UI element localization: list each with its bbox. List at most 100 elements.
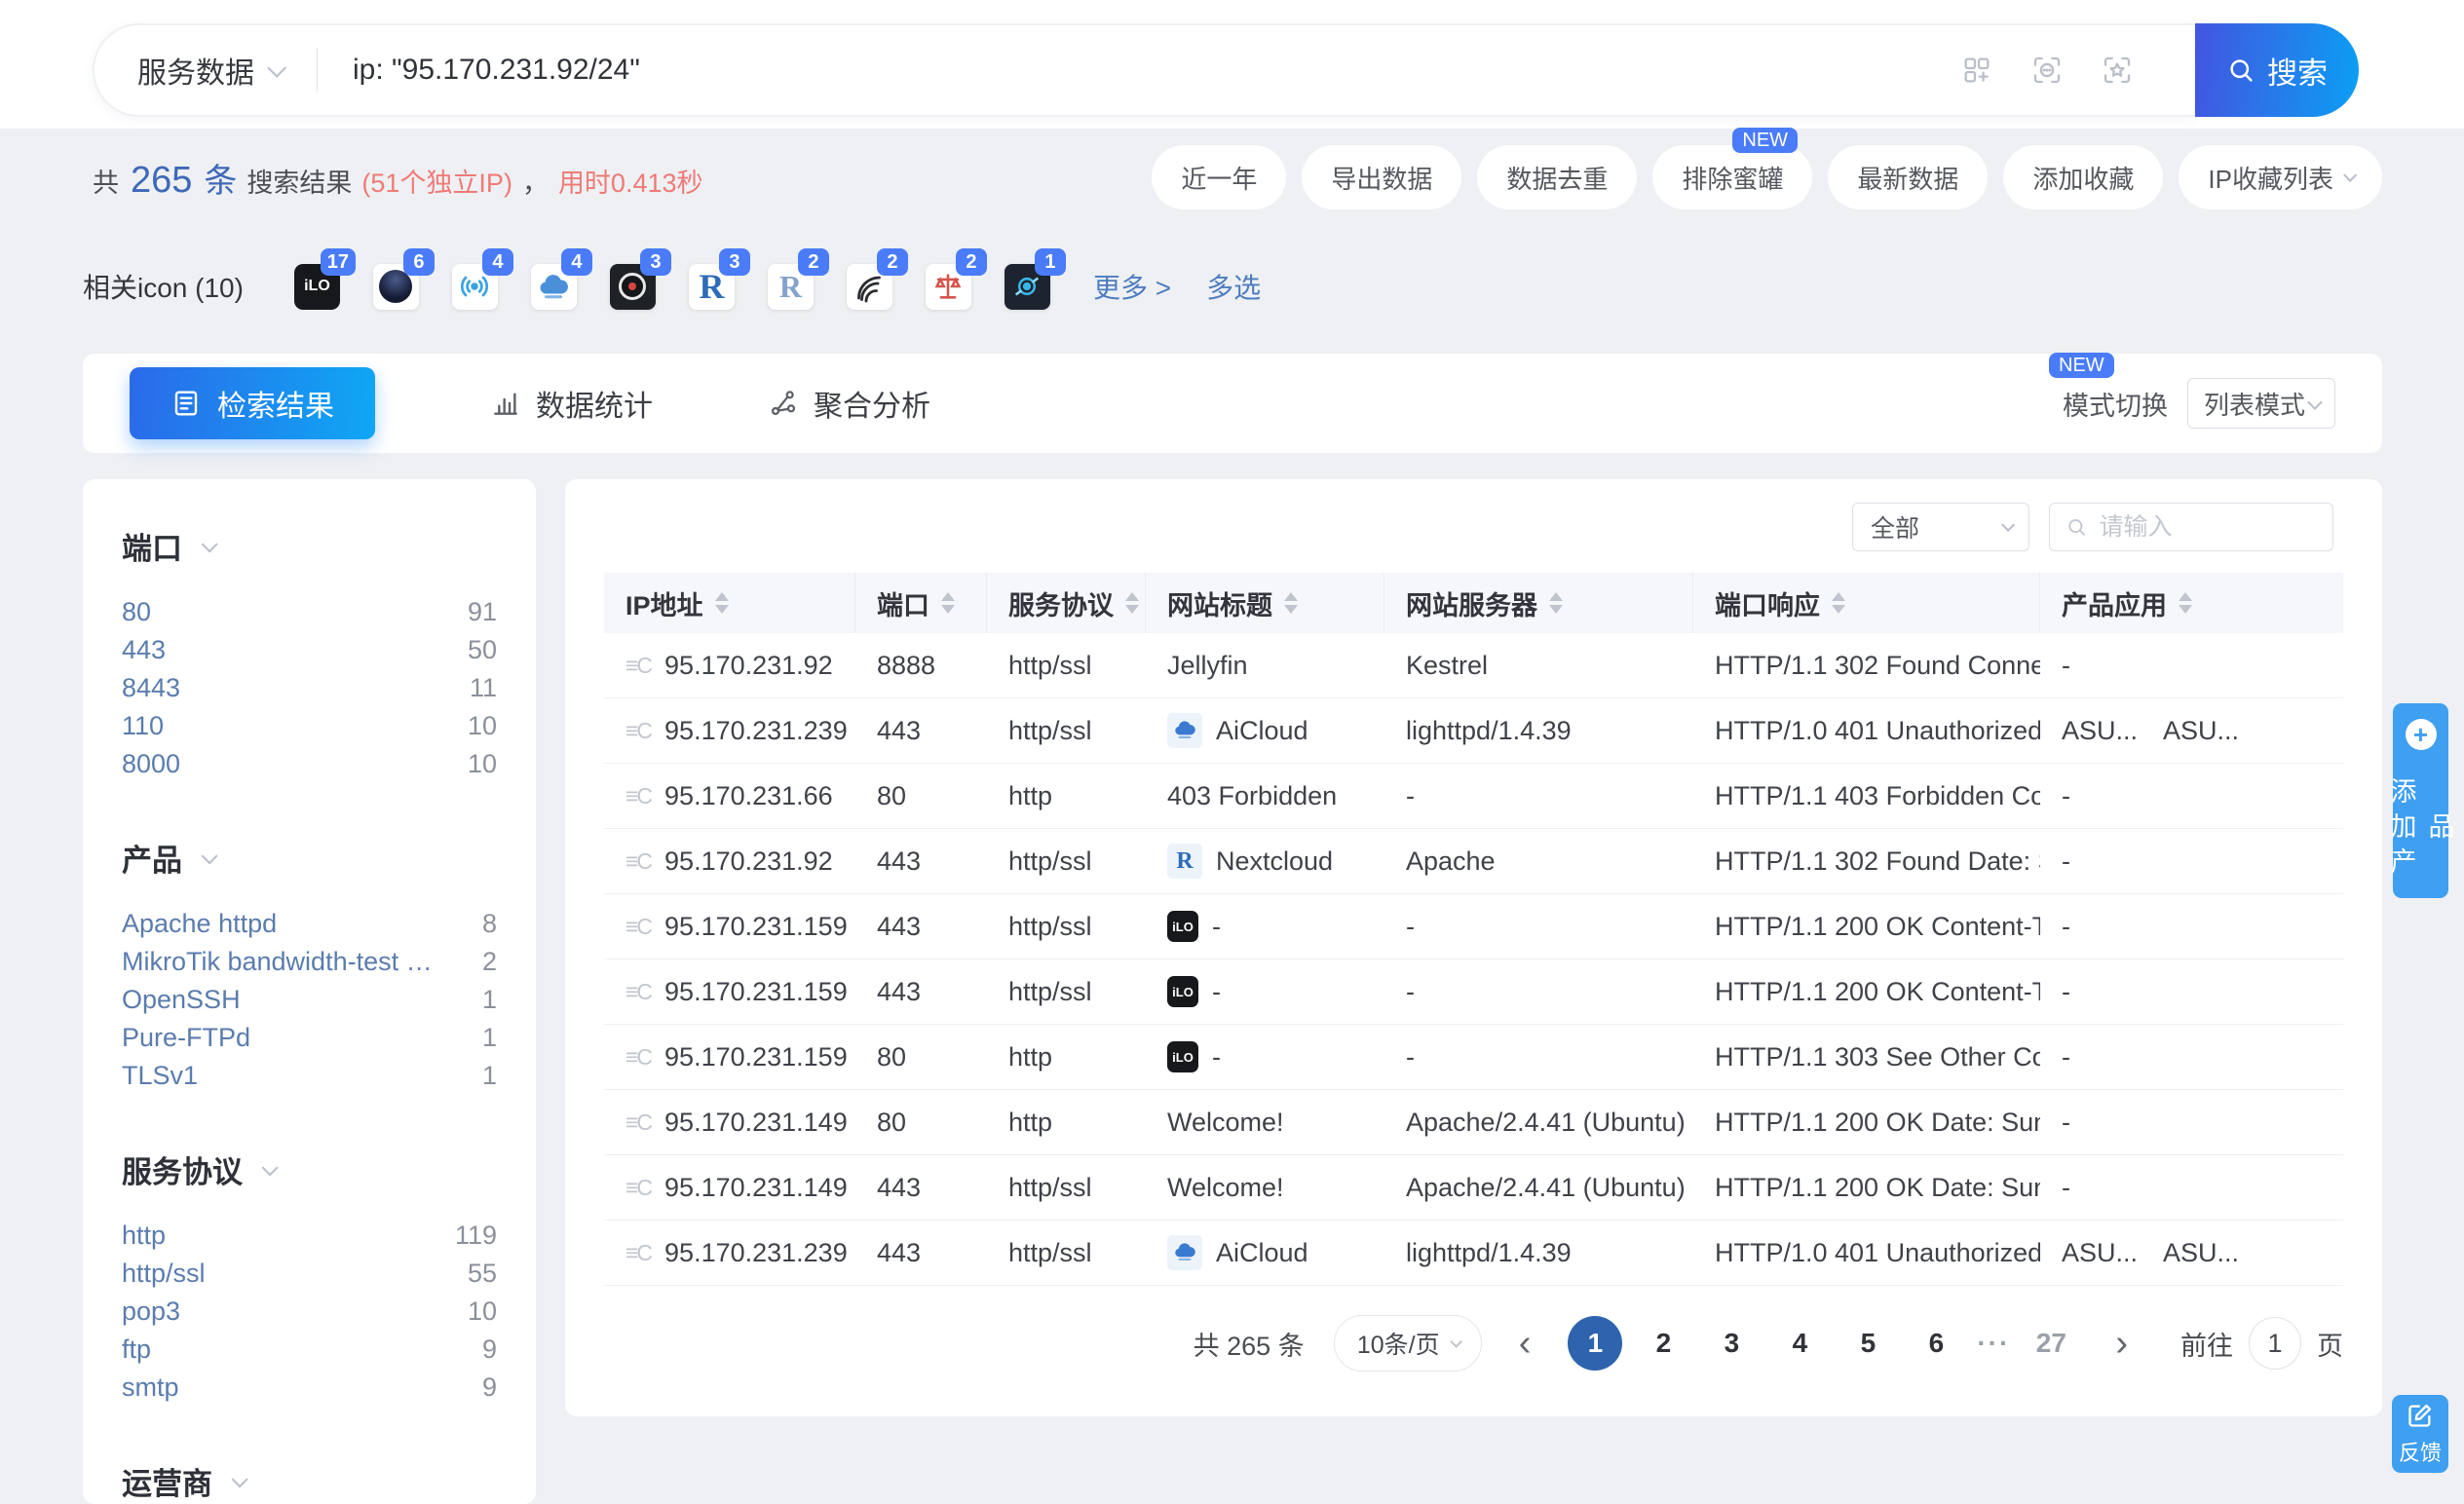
facet-value-link[interactable]: ftp bbox=[122, 1335, 151, 1365]
page-3-button[interactable]: 3 bbox=[1704, 1316, 1759, 1371]
table-search-input[interactable] bbox=[2100, 513, 2317, 542]
nextcloud-favicon-icon[interactable]: R bbox=[1167, 844, 1202, 879]
page-5-button[interactable]: 5 bbox=[1840, 1316, 1895, 1371]
table-row[interactable]: ≡C95.170.231.149 80 http Welcome! Apache… bbox=[604, 1090, 2343, 1155]
sort-icon[interactable] bbox=[715, 592, 729, 614]
more-link[interactable]: 更多 > bbox=[1093, 267, 1171, 306]
action-button-3[interactable]: NEW 排除蜜罐 bbox=[1652, 145, 1812, 209]
action-button-0[interactable]: 近一年 bbox=[1152, 145, 1286, 209]
ip-detail-icon[interactable]: ≡C bbox=[625, 1175, 651, 1201]
table-row[interactable]: ≡C95.170.231.239 443 http/ssl AiCloud li… bbox=[604, 1221, 2343, 1286]
tab-2[interactable]: 聚合分析 bbox=[768, 382, 930, 425]
search-input[interactable]: ip: "95.170.231.92/24" bbox=[353, 54, 1961, 87]
table-row[interactable]: ≡C95.170.231.159 443 http/ssl iLO- - HTT… bbox=[604, 959, 2343, 1025]
related-icon-ilo[interactable]: iLO 17 bbox=[294, 264, 340, 310]
page-4-button[interactable]: 4 bbox=[1772, 1316, 1827, 1371]
batch-query-icon[interactable] bbox=[1961, 55, 1992, 86]
related-icon-node[interactable]: 1 bbox=[1005, 264, 1050, 310]
sort-icon[interactable] bbox=[941, 592, 955, 614]
table-row[interactable]: ≡C95.170.231.92 8888 http/ssl Jellyfin K… bbox=[604, 633, 2343, 698]
column-header-1[interactable]: 端口 bbox=[855, 573, 987, 633]
facet-title[interactable]: 产品 bbox=[122, 836, 497, 880]
ip-detail-icon[interactable]: ≡C bbox=[625, 848, 651, 875]
facet-value-link[interactable]: Pure-FTPd bbox=[122, 1023, 250, 1053]
related-icon-sphere[interactable]: 6 bbox=[373, 264, 419, 310]
column-filter-select[interactable]: 全部 bbox=[1852, 503, 2029, 551]
page-1-button[interactable]: 1 bbox=[1568, 1316, 1622, 1371]
facet-value-link[interactable]: http bbox=[122, 1221, 166, 1251]
search-button[interactable]: 搜索 bbox=[2195, 23, 2359, 117]
prev-page-button[interactable]: ‹ bbox=[1511, 1323, 1539, 1365]
facet-title[interactable]: 服务协议 bbox=[122, 1147, 497, 1191]
facet-value-link[interactable]: 80 bbox=[122, 597, 151, 627]
next-page-button[interactable]: › bbox=[2107, 1323, 2136, 1365]
column-header-2[interactable]: 服务协议 bbox=[987, 573, 1146, 633]
page-size-select[interactable]: 10条/页 bbox=[1334, 1315, 1482, 1372]
ip-detail-icon[interactable]: ≡C bbox=[625, 1240, 651, 1266]
sort-icon[interactable] bbox=[1125, 592, 1139, 614]
facet-value-link[interactable]: 8443 bbox=[122, 673, 180, 703]
facet-value-link[interactable]: 110 bbox=[122, 711, 164, 741]
page-2-button[interactable]: 2 bbox=[1636, 1316, 1690, 1371]
related-icon-wifi[interactable]: 4 bbox=[452, 264, 498, 310]
facet-value-link[interactable]: http/ssl bbox=[122, 1259, 206, 1289]
related-icon-scales[interactable]: 2 bbox=[926, 264, 971, 310]
table-row[interactable]: ≡C95.170.231.66 80 http 403 Forbidden - … bbox=[604, 764, 2343, 829]
sort-icon[interactable] bbox=[1284, 592, 1298, 614]
feedback-button[interactable]: 反馈 bbox=[2392, 1395, 2448, 1473]
ip-detail-icon[interactable]: ≡C bbox=[625, 914, 651, 940]
facet-value-link[interactable]: TLSv1 bbox=[122, 1061, 198, 1091]
ip-detail-icon[interactable]: ≡C bbox=[625, 1044, 651, 1071]
table-row[interactable]: ≡C95.170.231.92 443 http/ssl RNextcloud … bbox=[604, 829, 2343, 894]
ip-detail-icon[interactable]: ≡C bbox=[625, 653, 651, 679]
facet-value-link[interactable]: 443 bbox=[122, 635, 166, 665]
syntax-scan-icon[interactable] bbox=[2031, 55, 2063, 86]
ip-detail-icon[interactable]: ≡C bbox=[625, 718, 651, 744]
facet-title[interactable]: 运营商 bbox=[122, 1459, 497, 1503]
search-category-dropdown[interactable]: 服务数据 bbox=[137, 49, 282, 92]
related-icon-r-serif[interactable]: R 3 bbox=[689, 264, 735, 310]
aicloud-icon[interactable] bbox=[1167, 1235, 1202, 1270]
column-header-5[interactable]: 端口响应 bbox=[1693, 573, 2040, 633]
facet-value-link[interactable]: 8000 bbox=[122, 749, 180, 779]
page-6-button[interactable]: 6 bbox=[1909, 1316, 1963, 1371]
facet-value-link[interactable]: OpenSSH bbox=[122, 985, 241, 1015]
related-icon-camera[interactable]: 3 bbox=[610, 264, 656, 310]
column-header-0[interactable]: IP地址 bbox=[604, 573, 855, 633]
facet-value-link[interactable]: Apache httpd bbox=[122, 909, 277, 939]
ilo-icon[interactable]: iLO bbox=[1167, 976, 1198, 1007]
ip-detail-icon[interactable]: ≡C bbox=[625, 979, 651, 1005]
action-button-6[interactable]: IP收藏列表 bbox=[2179, 145, 2382, 209]
goto-page-input[interactable] bbox=[2249, 1317, 2301, 1370]
table-row[interactable]: ≡C95.170.231.159 80 http iLO- - HTTP/1.1… bbox=[604, 1025, 2343, 1090]
table-row[interactable]: ≡C95.170.231.239 443 http/ssl AiCloud li… bbox=[604, 698, 2343, 764]
ilo-icon[interactable]: iLO bbox=[1167, 1041, 1198, 1072]
sort-icon[interactable] bbox=[1832, 592, 1845, 614]
facet-value-link[interactable]: pop3 bbox=[122, 1297, 180, 1327]
ip-detail-icon[interactable]: ≡C bbox=[625, 1109, 651, 1136]
ilo-icon[interactable]: iLO bbox=[1167, 911, 1198, 942]
sort-icon[interactable] bbox=[1549, 592, 1563, 614]
page-27-button[interactable]: 27 bbox=[2024, 1316, 2078, 1371]
column-header-4[interactable]: 网站服务器 bbox=[1384, 573, 1693, 633]
facet-value-link[interactable]: MikroTik bandwidth-test server bbox=[122, 947, 443, 977]
tab-1[interactable]: 数据统计 bbox=[490, 382, 653, 425]
related-icon-cloud[interactable]: 4 bbox=[531, 264, 577, 310]
facet-value-link[interactable]: smtp bbox=[122, 1372, 179, 1403]
related-icon-arcs[interactable]: 2 bbox=[847, 264, 892, 310]
table-row[interactable]: ≡C95.170.231.149 443 http/ssl Welcome! A… bbox=[604, 1155, 2343, 1221]
aicloud-icon[interactable] bbox=[1167, 713, 1202, 748]
tab-0-active[interactable]: 检索结果 bbox=[130, 367, 375, 439]
ip-detail-icon[interactable]: ≡C bbox=[625, 783, 651, 809]
action-button-1[interactable]: 导出数据 bbox=[1302, 145, 1461, 209]
table-row[interactable]: ≡C95.170.231.159 443 http/ssl iLO- - HTT… bbox=[604, 894, 2343, 959]
favorite-query-icon[interactable] bbox=[2102, 55, 2133, 86]
add-product-button[interactable]: + 添加产品 bbox=[2393, 703, 2448, 898]
action-button-4[interactable]: 最新数据 bbox=[1828, 145, 1988, 209]
column-header-6[interactable]: 产品应用 bbox=[2040, 573, 2343, 633]
facet-title[interactable]: 端口 bbox=[122, 524, 497, 568]
column-header-3[interactable]: 网站标题 bbox=[1146, 573, 1384, 633]
action-button-2[interactable]: 数据去重 bbox=[1477, 145, 1637, 209]
sort-icon[interactable] bbox=[2179, 592, 2192, 614]
action-button-5[interactable]: 添加收藏 bbox=[2003, 145, 2163, 209]
